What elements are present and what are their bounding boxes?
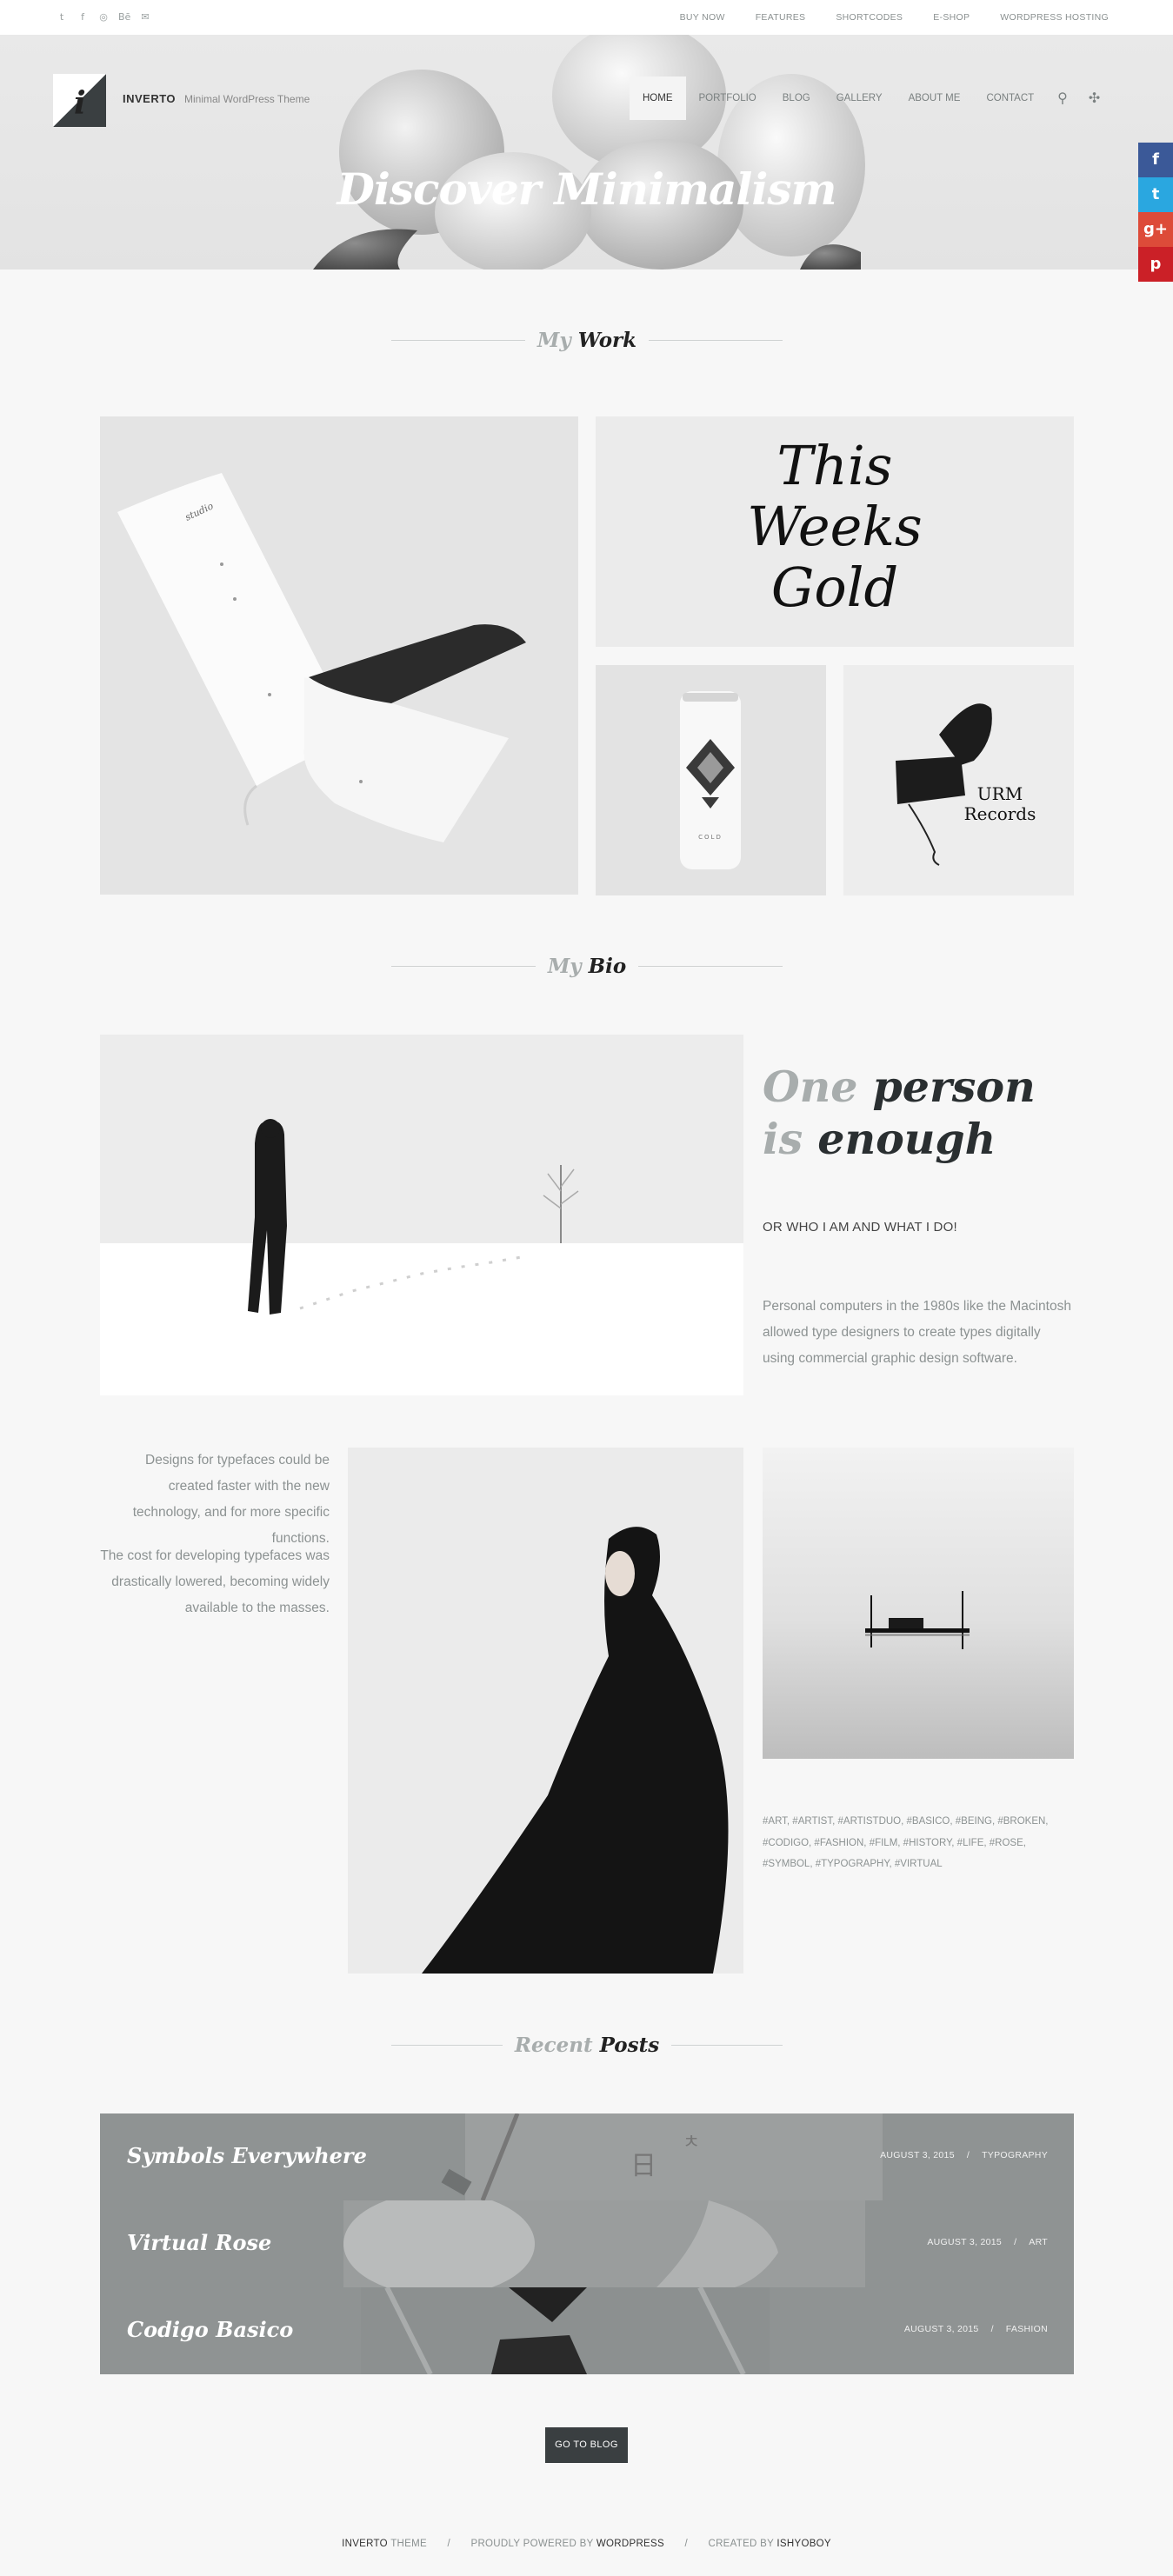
svg-text:This: This [777, 434, 893, 497]
footer-created-prefix: CREATED BY [708, 2539, 774, 2549]
nav-blog[interactable]: BLOG [770, 77, 823, 120]
post-title[interactable]: Virtual Rose [127, 2230, 271, 2255]
post-category-link[interactable]: ART [1029, 2237, 1048, 2247]
bio-image-pier [763, 1448, 1074, 1759]
heading-main: Posts [599, 2033, 660, 2057]
footer-brand[interactable]: INVERTO [342, 2539, 388, 2549]
twitter-icon[interactable]: t [56, 11, 68, 23]
svg-text:Records: Records [964, 803, 1036, 824]
bio-image-cloaked-figure [348, 1448, 743, 1974]
can-image: COLD [596, 665, 826, 895]
svg-text:Gold: Gold [771, 556, 898, 619]
portfolio-item-cold-can[interactable]: COLD [596, 665, 826, 895]
email-icon[interactable]: ✉ [139, 11, 151, 23]
share-twitter-icon[interactable]: t [1138, 177, 1173, 212]
top-nav: BUY NOW FEATURES SHORTCODES E-SHOP WORDP… [680, 12, 1109, 23]
portfolio-item-stationery[interactable]: studio [100, 416, 578, 895]
bio-headline: One person is enough [763, 1062, 1036, 1164]
topnav-shortcodes[interactable]: SHORTCODES [836, 12, 903, 23]
nav-portfolio[interactable]: PORTFOLIO [686, 77, 770, 120]
topnav-wordpress-hosting[interactable]: WORDPRESS HOSTING [1000, 12, 1109, 23]
footer-brand-suffix: THEME [390, 2539, 427, 2549]
nav-gallery[interactable]: GALLERY [823, 77, 896, 120]
bio-paragraph-right: Personal computers in the 1980s like the… [763, 1299, 1071, 1366]
post-category-link[interactable]: FASHION [1006, 2324, 1048, 2334]
facebook-icon[interactable]: f [77, 11, 89, 23]
svg-text:Weeks: Weeks [747, 495, 922, 558]
heading-main: Work [577, 328, 637, 352]
top-bar: t f ◎ Bē ✉ BUY NOW FEATURES SHORTCODES E… [0, 0, 1173, 35]
post-meta: AUGUST 3, 2015/ART [927, 2237, 1048, 2247]
plus-menu-icon[interactable]: ✣ [1078, 77, 1110, 120]
post-category-link[interactable]: TYPOGRAPHY [982, 2150, 1048, 2160]
post-meta: AUGUST 3, 2015/TYPOGRAPHY [880, 2150, 1048, 2160]
svg-text:ㅊ: ㅊ [683, 2132, 700, 2153]
share-pinterest-icon[interactable]: p [1138, 247, 1173, 282]
hero-image [313, 35, 865, 270]
topnav-buy-now[interactable]: BUY NOW [680, 12, 725, 23]
heading-muted: My [547, 954, 582, 978]
post-item-virtual-rose[interactable]: Virtual Rose AUGUST 3, 2015/ART [100, 2200, 1074, 2287]
bio-tags[interactable]: #ART, #ARTIST, #ARTISTDUO, #BASICO, #BEI… [763, 1811, 1076, 1875]
site-name[interactable]: INVERTO [123, 92, 176, 105]
bio-paragraph-left-2: The cost for developing typefaces was dr… [100, 1548, 330, 1615]
footer-creator-link[interactable]: ISHYOBOY [776, 2539, 830, 2549]
logo-letter: i [74, 85, 86, 122]
section-heading-work: My Work [391, 327, 783, 353]
heading-main: Bio [588, 954, 627, 978]
hero-header: i INVERTO Minimal WordPress Theme HOME P… [0, 35, 1173, 270]
bio-image-snow-walker [100, 1035, 743, 1395]
records-image: URM Records [843, 665, 1074, 895]
share-facebook-icon[interactable]: f [1138, 143, 1173, 177]
footer-powered-prefix: PROUDLY POWERED BY [470, 2539, 594, 2549]
post-title[interactable]: Codigo Basico [127, 2317, 293, 2342]
stationery-image: studio [100, 416, 578, 895]
portfolio-item-this-weeks-gold[interactable]: This Weeks Gold [596, 416, 1074, 647]
share-google-plus-icon[interactable]: g+ [1138, 212, 1173, 247]
post-item-codigo-basico[interactable]: Codigo Basico AUGUST 3, 2015/FASHION [100, 2287, 1074, 2374]
nav-about-me[interactable]: ABOUT ME [896, 77, 974, 120]
footer: INVERTO THEME / PROUDLY POWERED BY WORDP… [342, 2539, 831, 2549]
post-meta: AUGUST 3, 2015/FASHION [903, 2324, 1048, 2334]
topnav-features[interactable]: FEATURES [756, 12, 806, 23]
nav-home[interactable]: HOME [630, 77, 686, 120]
hero-title: Discover Minimalism [337, 163, 837, 215]
go-to-blog-button[interactable]: GO TO BLOG [545, 2427, 628, 2463]
svg-text:URM: URM [977, 783, 1023, 804]
svg-text:日: 日 [630, 2151, 656, 2181]
top-social-links: t f ◎ Bē ✉ [56, 11, 151, 23]
post-title[interactable]: Symbols Everywhere [127, 2143, 367, 2168]
dribbble-icon[interactable]: ◎ [97, 11, 110, 23]
heading-muted: Recent [514, 2033, 593, 2057]
section-heading-posts: Recent Posts [391, 2032, 783, 2058]
search-icon[interactable]: ⚲ [1047, 77, 1078, 120]
footer-wordpress-link[interactable]: WORDPRESS [596, 2539, 664, 2549]
bio-subheading: OR WHO I AM AND WHAT I DO! [763, 1220, 957, 1235]
lettering-image: This Weeks Gold [596, 416, 1074, 647]
share-sidebar: f t g+ p [1138, 143, 1173, 282]
svg-text:COLD: COLD [698, 834, 723, 841]
section-heading-bio: My Bio [391, 953, 783, 979]
main-nav: HOME PORTFOLIO BLOG GALLERY ABOUT ME CON… [630, 77, 1110, 120]
behance-icon[interactable]: Bē [118, 11, 130, 23]
heading-muted: My [537, 328, 571, 352]
nav-contact[interactable]: CONTACT [973, 77, 1047, 120]
site-logo[interactable]: i [53, 74, 106, 127]
site-tagline: Minimal WordPress Theme [184, 93, 310, 105]
portfolio-item-urm-records[interactable]: URM Records [843, 665, 1074, 895]
topnav-eshop[interactable]: E-SHOP [933, 12, 970, 23]
post-item-symbols-everywhere[interactable]: 日 ㅊ Symbols Everywhere AUGUST 3, 2015/TY… [100, 2113, 1074, 2200]
bio-paragraph-left-1: Designs for typefaces could be created f… [132, 1453, 330, 1546]
